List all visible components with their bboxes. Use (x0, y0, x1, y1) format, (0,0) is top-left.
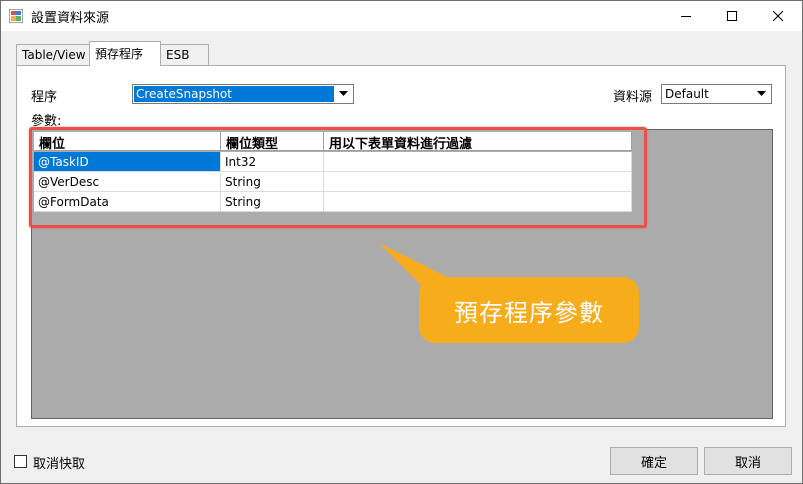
cancel-button[interactable]: 取消 (704, 447, 792, 475)
title-bar[interactable]: 設置資料來源 (1, 1, 802, 31)
callout-text: 預存程序參數 (454, 298, 604, 327)
chevron-down-icon (757, 91, 766, 96)
window-title: 設置資料來源 (31, 11, 110, 26)
maximize-button[interactable] (709, 1, 755, 31)
tab-table-view[interactable]: Table/View (16, 44, 90, 66)
nocache-checkbox[interactable] (14, 455, 27, 468)
datasource-select[interactable]: Default (661, 84, 772, 104)
maximize-icon (727, 11, 737, 21)
dialog-window: 設置資料來源 Table/View ESB 程序 CreateSnapshot … (0, 0, 803, 484)
procedure-label: 程序 (31, 90, 58, 105)
highlight-box (29, 127, 647, 228)
minimize-button[interactable] (663, 1, 709, 31)
app-icon (9, 9, 23, 23)
datasource-label: 資料源 (613, 90, 653, 105)
tab-stored-procedure[interactable]: 預存程序 (89, 41, 161, 66)
minimize-icon (681, 16, 691, 17)
datasource-select-value: Default (665, 87, 709, 101)
chevron-down-icon (339, 91, 348, 96)
nocache-label: 取消快取 (33, 457, 86, 472)
callout-bubble: 預存程序參數 (419, 277, 639, 343)
ok-button[interactable]: 確定 (610, 447, 698, 475)
procedure-select-value: CreateSnapshot (134, 86, 334, 102)
close-icon (772, 10, 784, 22)
procedure-select[interactable]: CreateSnapshot (132, 84, 354, 104)
dropdown-arrow[interactable] (753, 86, 770, 102)
dropdown-arrow[interactable] (335, 86, 352, 102)
close-button[interactable] (755, 1, 801, 31)
tab-esb[interactable]: ESB (160, 44, 209, 66)
